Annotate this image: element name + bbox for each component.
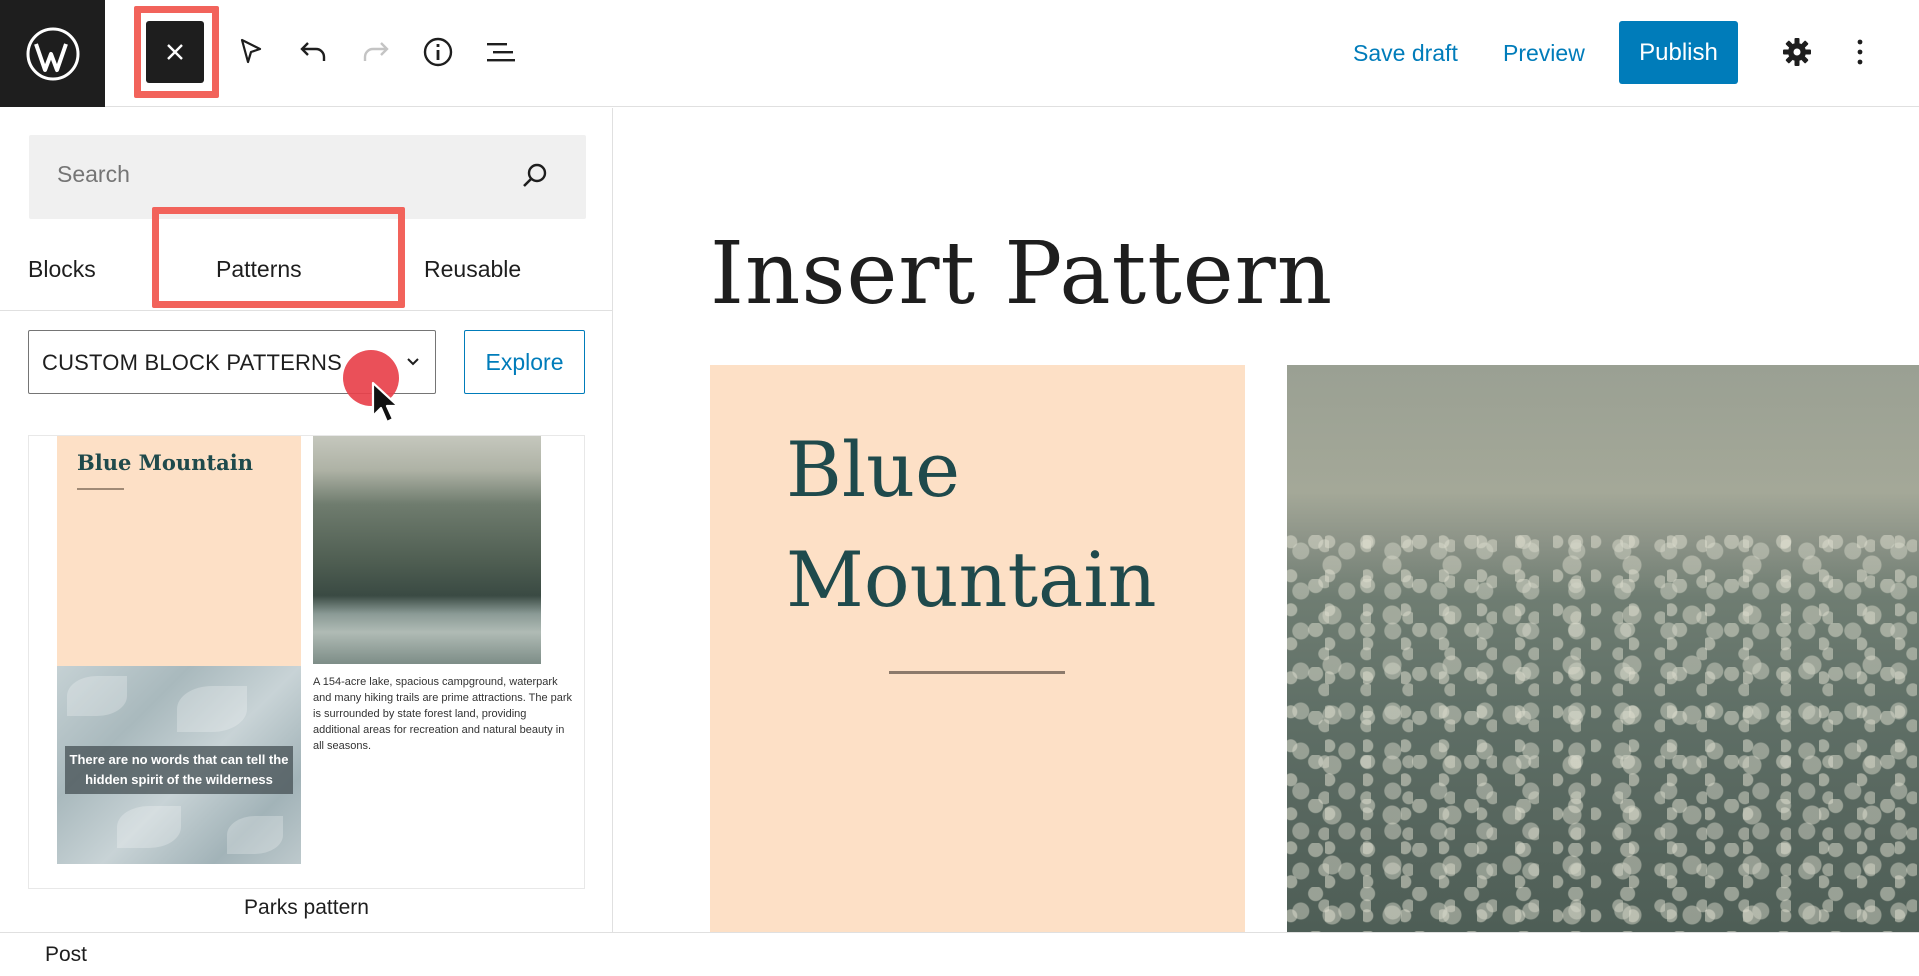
tab-reusable[interactable]: Reusable bbox=[424, 243, 521, 311]
block-breadcrumb-bar: Post bbox=[0, 932, 1919, 976]
cover-separator bbox=[889, 671, 1065, 674]
pattern-leaves-image: There are no words that can tell the hid… bbox=[57, 666, 301, 864]
pattern-category-value: CUSTOM BLOCK PATTERNS bbox=[42, 350, 343, 375]
post-title[interactable]: Insert Pattern bbox=[710, 224, 1333, 324]
search-placeholder: Search bbox=[57, 161, 130, 187]
block-inserter-panel: Search Blocks Patterns Reusable CUSTOM B… bbox=[0, 108, 613, 932]
pattern-caption: Parks pattern bbox=[244, 896, 369, 919]
cover-heading[interactable]: Blue Mountain bbox=[786, 415, 1157, 635]
pattern-cover-title: Blue Mountain bbox=[77, 450, 254, 475]
details-button[interactable] bbox=[414, 28, 462, 76]
undo-button[interactable] bbox=[289, 28, 337, 76]
leaf-shape bbox=[117, 806, 181, 848]
preview-button[interactable]: Preview bbox=[1503, 36, 1585, 70]
save-draft-button[interactable]: Save draft bbox=[1353, 36, 1458, 70]
close-inserter-button[interactable] bbox=[146, 21, 204, 83]
redo-button[interactable] bbox=[352, 28, 400, 76]
pattern-description: A 154-acre lake, spacious campground, wa… bbox=[313, 676, 573, 752]
close-icon bbox=[167, 44, 183, 60]
pattern-cover-block: Blue Mountain bbox=[57, 436, 301, 666]
breadcrumb-post[interactable]: Post bbox=[45, 943, 87, 967]
wordpress-logo-glyph bbox=[26, 27, 79, 80]
forest-texture bbox=[1287, 535, 1919, 932]
search-icon bbox=[523, 163, 547, 187]
leaf-shape bbox=[227, 816, 283, 854]
leaf-shape bbox=[67, 676, 127, 716]
pattern-preview-card[interactable]: Blue Mountain There are no words that ca… bbox=[28, 435, 585, 889]
gear-icon bbox=[1783, 38, 1811, 66]
editor-header: Save draft Preview Publish bbox=[0, 0, 1919, 107]
chevron-down-icon bbox=[407, 358, 419, 366]
list-view-button[interactable] bbox=[477, 28, 525, 76]
pattern-separator bbox=[77, 488, 124, 490]
cover-block[interactable]: Blue Mountain bbox=[710, 365, 1245, 932]
list-view-icon bbox=[487, 43, 515, 62]
leaf-shape bbox=[177, 686, 247, 732]
select-tool-button[interactable] bbox=[226, 28, 274, 76]
editor-canvas: Insert Pattern Blue Mountain bbox=[614, 108, 1919, 932]
settings-button[interactable] bbox=[1773, 28, 1821, 76]
pattern-quote: There are no words that can tell the hid… bbox=[65, 746, 293, 794]
redo-icon bbox=[363, 42, 389, 61]
publish-button[interactable]: Publish bbox=[1619, 21, 1738, 84]
pattern-lake-photo bbox=[313, 436, 541, 664]
undo-icon bbox=[300, 42, 326, 61]
select-tool-icon bbox=[240, 38, 262, 64]
more-options-icon bbox=[1857, 39, 1863, 65]
explore-button[interactable]: Explore bbox=[464, 330, 585, 394]
patterns-tab-highlight bbox=[152, 207, 405, 308]
info-icon bbox=[423, 37, 453, 67]
forest-photo[interactable] bbox=[1287, 365, 1919, 932]
more-options-button[interactable] bbox=[1836, 28, 1884, 76]
tab-blocks[interactable]: Blocks bbox=[28, 243, 96, 311]
mouse-cursor-icon bbox=[371, 381, 400, 424]
wordpress-logo-icon[interactable] bbox=[0, 0, 105, 107]
